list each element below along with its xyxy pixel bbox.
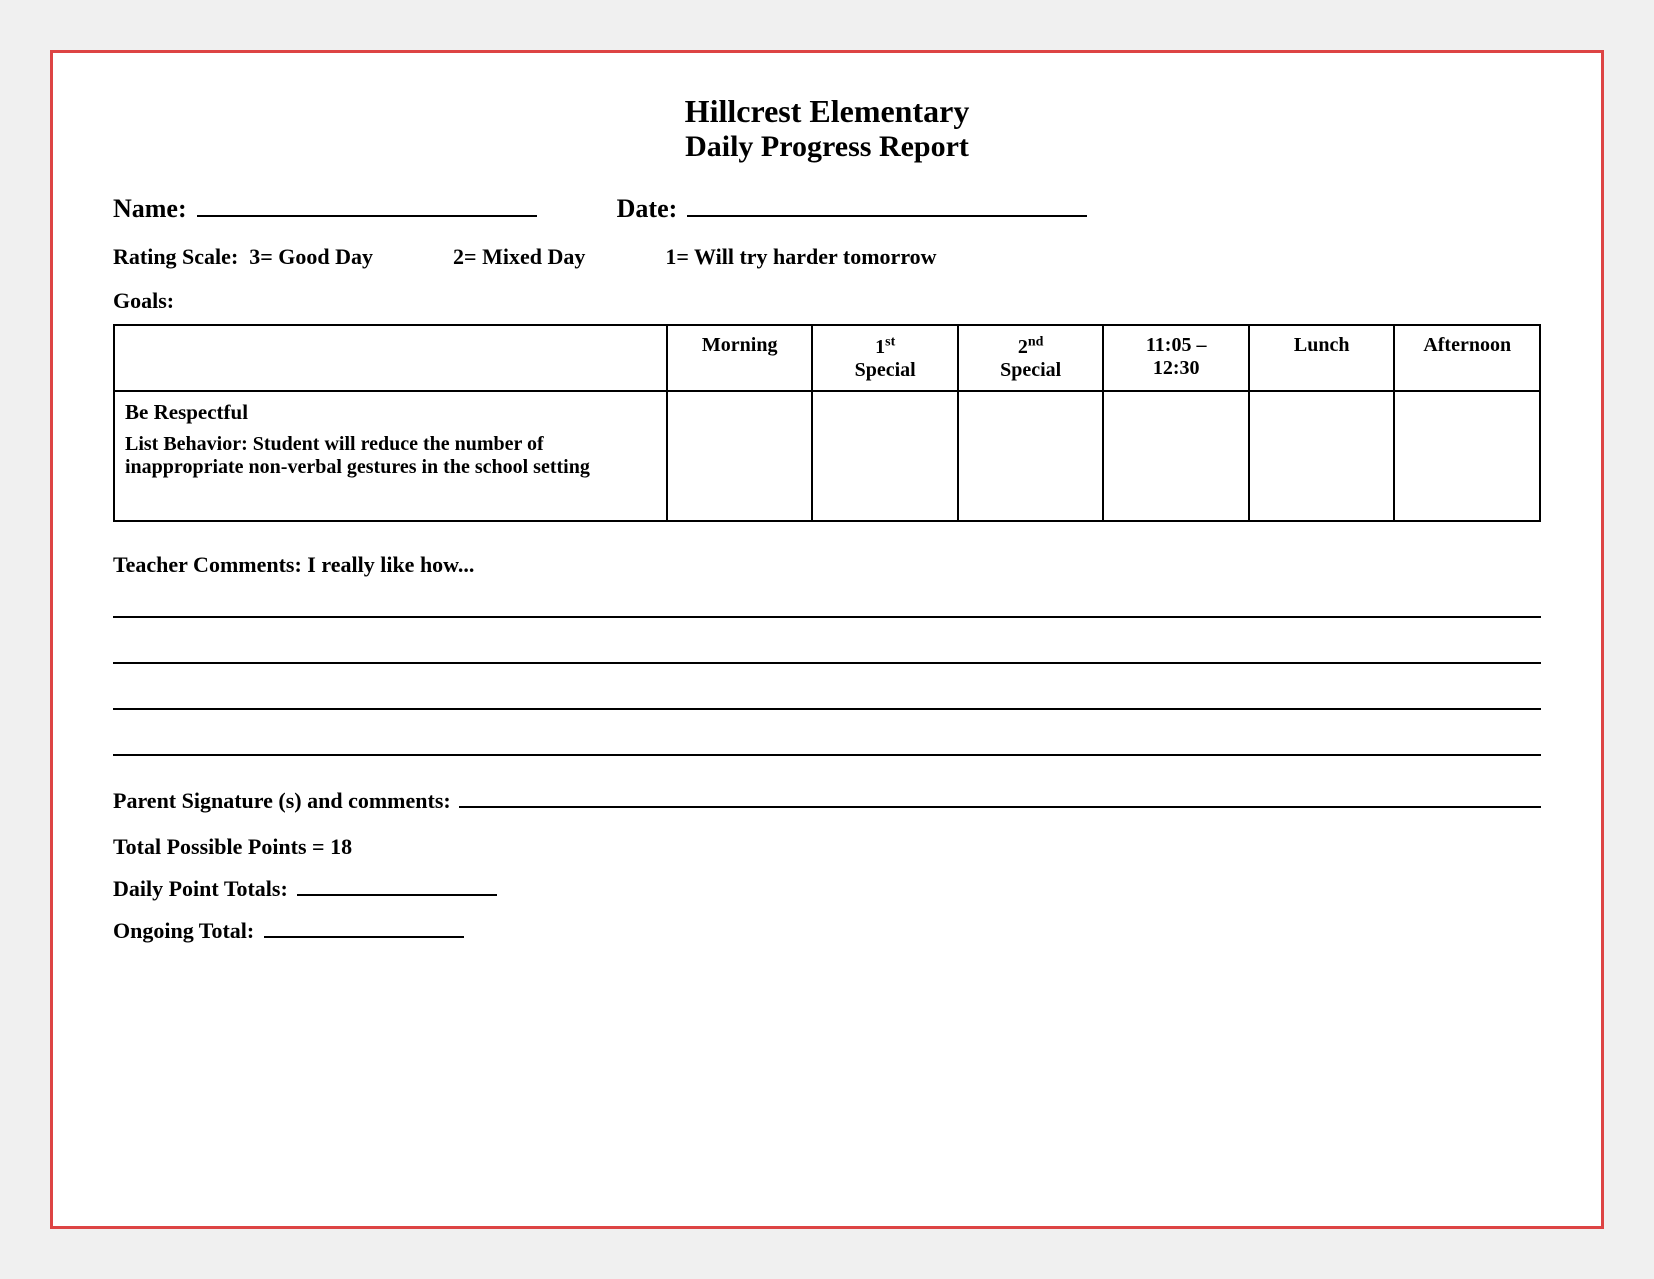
- name-underline[interactable]: [197, 195, 537, 217]
- daily-point-totals-row: Daily Point Totals:: [113, 876, 1541, 902]
- ongoing-total-underline[interactable]: [264, 918, 464, 938]
- table-header-row: Morning 1stSpecial 2ndSpecial 11:05 – 12…: [114, 325, 1540, 391]
- comment-line-4[interactable]: [113, 728, 1541, 756]
- col-header-special2: 2ndSpecial: [958, 325, 1104, 391]
- behavior-cell: Be Respectful List Behavior: Student wil…: [114, 391, 667, 521]
- time-cell[interactable]: [1103, 391, 1249, 521]
- ongoing-total-row: Ongoing Total:: [113, 918, 1541, 944]
- col-header-afternoon: Afternoon: [1394, 325, 1540, 391]
- parent-signature-underline[interactable]: [459, 786, 1541, 808]
- name-label: Name:: [113, 194, 187, 223]
- col-header-special1: 1stSpecial: [812, 325, 958, 391]
- rating-scale-1: 1= Will try harder tomorrow: [665, 244, 936, 270]
- lunch-cell[interactable]: [1249, 391, 1395, 521]
- total-possible-label: Total Possible Points = 18: [113, 834, 352, 859]
- col-header-time: 11:05 – 12:30: [1103, 325, 1249, 391]
- special2-cell[interactable]: [958, 391, 1104, 521]
- goals-label: Goals:: [113, 288, 1541, 314]
- comment-line-2[interactable]: [113, 636, 1541, 664]
- date-label: Date:: [617, 194, 678, 223]
- report-page: Hillcrest Elementary Daily Progress Repo…: [50, 50, 1604, 1229]
- parent-signature-row: Parent Signature (s) and comments:: [113, 786, 1541, 814]
- col-header-morning: Morning: [667, 325, 813, 391]
- school-name: Hillcrest Elementary: [113, 93, 1541, 130]
- comment-lines: [113, 590, 1541, 756]
- special1-cell[interactable]: [812, 391, 958, 521]
- morning-cell[interactable]: [667, 391, 813, 521]
- progress-table: Morning 1stSpecial 2ndSpecial 11:05 – 12…: [113, 324, 1541, 522]
- comment-line-1[interactable]: [113, 590, 1541, 618]
- report-title: Daily Progress Report: [113, 130, 1541, 164]
- col-header-lunch: Lunch: [1249, 325, 1395, 391]
- ongoing-total-label: Ongoing Total:: [113, 918, 254, 943]
- date-underline[interactable]: [687, 195, 1087, 217]
- rating-scale-row: Rating Scale: 3= Good Day 2= Mixed Day 1…: [113, 244, 1541, 270]
- behavior-desc: List Behavior: Student will reduce the n…: [125, 433, 656, 479]
- report-header: Hillcrest Elementary Daily Progress Repo…: [113, 93, 1541, 164]
- rating-scale-2: 2= Mixed Day: [453, 244, 585, 270]
- comment-line-3[interactable]: [113, 682, 1541, 710]
- behavior-title: Be Respectful: [125, 400, 656, 425]
- totals-section: Total Possible Points = 18 Daily Point T…: [113, 834, 1541, 944]
- table-row: Be Respectful List Behavior: Student wil…: [114, 391, 1540, 521]
- rating-scale-label: Rating Scale: 3= Good Day: [113, 244, 373, 270]
- name-field: Name:: [113, 194, 537, 224]
- col-header-behavior: [114, 325, 667, 391]
- date-field: Date:: [617, 194, 1088, 224]
- afternoon-cell[interactable]: [1394, 391, 1540, 521]
- daily-point-label: Daily Point Totals:: [113, 876, 288, 901]
- parent-signature-label: Parent Signature (s) and comments:: [113, 788, 451, 814]
- name-date-row: Name: Date:: [113, 194, 1541, 224]
- teacher-comments-label: Teacher Comments: I really like how...: [113, 552, 1541, 578]
- total-possible-row: Total Possible Points = 18: [113, 834, 1541, 860]
- daily-point-underline[interactable]: [297, 876, 497, 896]
